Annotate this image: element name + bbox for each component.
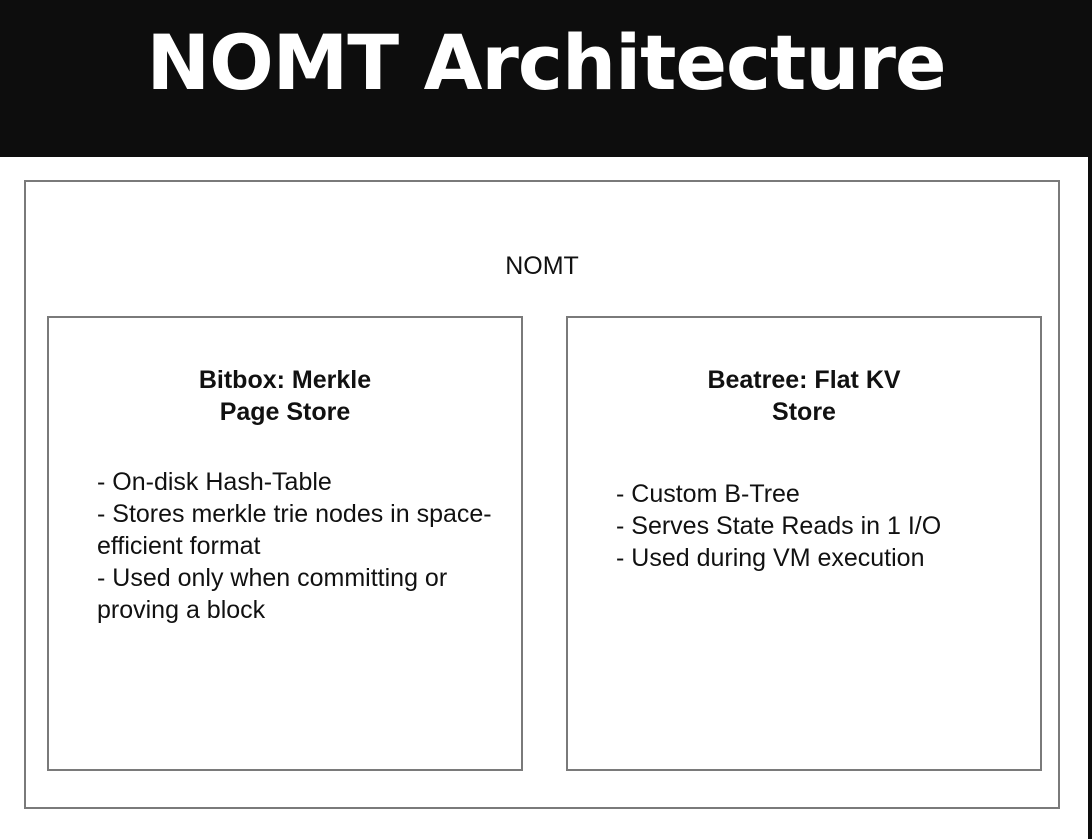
- beatree-bullet: Serves State Reads in 1 I/O: [616, 510, 1016, 542]
- beatree-bullet: Used during VM execution: [616, 542, 1016, 574]
- bitbox-title: Bitbox: Merkle Page Store: [49, 364, 521, 428]
- beatree-title-line: Beatree: Flat KV: [707, 366, 901, 394]
- bitbox-title-line: Page Store: [219, 398, 351, 426]
- bitbox-bullet: Used only when committing or proving a b…: [97, 562, 497, 626]
- beatree-box: Beatree: Flat KV Store Custom B-Tree Ser…: [566, 316, 1042, 771]
- bitbox-bullet-list: On-disk Hash-Table Stores merkle trie no…: [97, 466, 497, 626]
- slide: NOMT Architecture NOMT Bitbox: Merkle Pa…: [0, 0, 1092, 839]
- beatree-title-line: Store: [772, 398, 836, 426]
- bitbox-bullet: Stores merkle trie nodes in space-effici…: [97, 498, 497, 562]
- beatree-bullet: Custom B-Tree: [616, 478, 1016, 510]
- slide-title: NOMT Architecture: [146, 18, 946, 107]
- nomt-container-box: NOMT Bitbox: Merkle Page Store On-disk H…: [24, 180, 1060, 809]
- bitbox-bullet: On-disk Hash-Table: [97, 466, 497, 498]
- bitbox-title-line: Bitbox: Merkle: [198, 366, 372, 394]
- bitbox-box: Bitbox: Merkle Page Store On-disk Hash-T…: [47, 316, 523, 771]
- beatree-bullet-list: Custom B-Tree Serves State Reads in 1 I/…: [616, 478, 1016, 574]
- nomt-container-label: NOMT: [505, 252, 579, 280]
- title-bar: NOMT Architecture: [0, 0, 1092, 156]
- beatree-title: Beatree: Flat KV Store: [568, 364, 1040, 428]
- diagram-canvas: NOMT Bitbox: Merkle Page Store On-disk H…: [0, 157, 1092, 839]
